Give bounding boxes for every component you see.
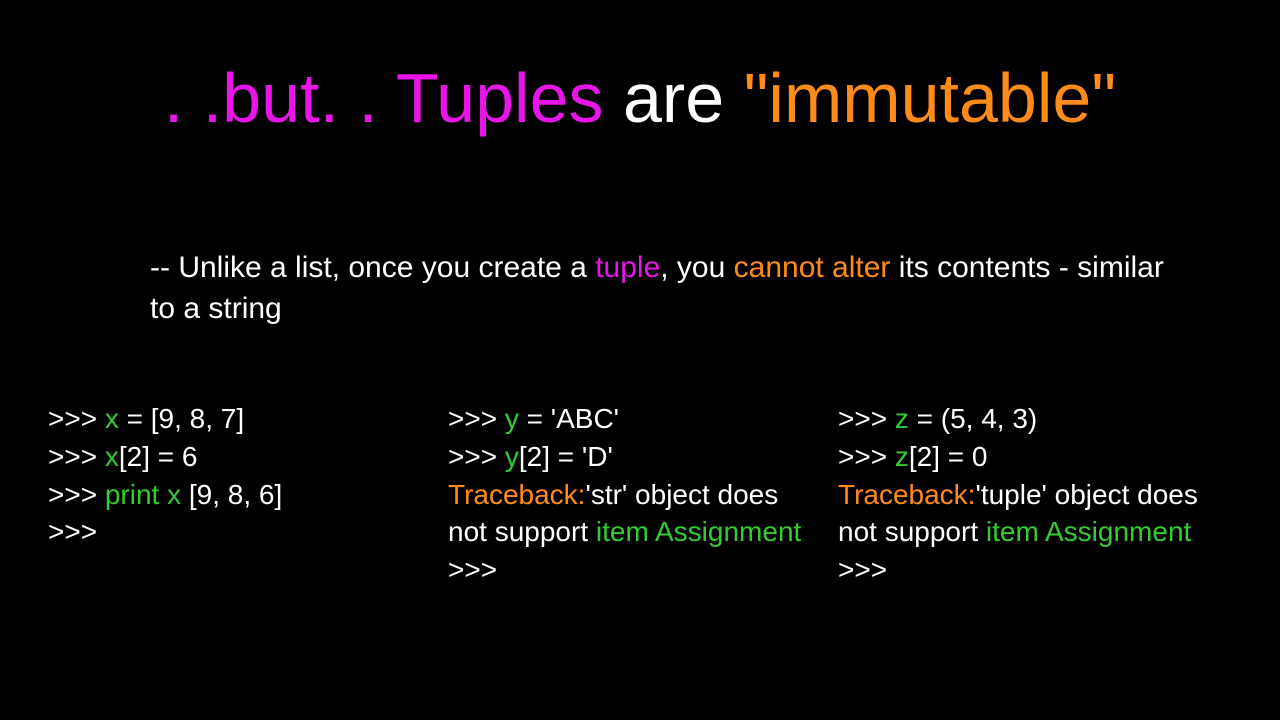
prompt: >>> [448, 441, 505, 472]
code-line: >>> [448, 551, 818, 589]
slide: . .but. . Tuples are "immutable" -- Unli… [0, 0, 1280, 720]
traceback-item-assignment: item Assignment [596, 516, 801, 547]
title-part-tuples: . .but. . Tuples [164, 59, 604, 137]
slide-title: . .but. . Tuples are "immutable" [0, 58, 1280, 138]
code-column-list: >>> x = [9, 8, 7] >>> x[2] = 6 >>> print… [48, 400, 448, 589]
prompt: >>> [48, 403, 105, 434]
traceback-line: Traceback:'str' object does not support … [448, 476, 818, 552]
traceback-label: Traceback: [448, 479, 585, 510]
code-column-string: >>> y = 'ABC' >>> y[2] = 'D' Traceback:'… [448, 400, 838, 589]
var-x: x [105, 441, 119, 472]
code-line: >>> x[2] = 6 [48, 438, 428, 476]
prompt: >>> [48, 479, 105, 510]
bullet-text: -- Unlike a list, once you create a tupl… [150, 248, 1170, 329]
prompt: >>> [48, 516, 97, 547]
code-text: = (5, 4, 3) [909, 403, 1037, 434]
prompt: >>> [838, 554, 887, 585]
code-column-tuple: >>> z = (5, 4, 3) >>> z[2] = 0 Traceback… [838, 400, 1228, 589]
var-z: z [895, 403, 909, 434]
code-line: >>> [48, 513, 428, 551]
bullet-prefix: -- Unlike a list, once you create a [150, 251, 595, 284]
title-part-are: are [604, 59, 744, 137]
code-text: = [9, 8, 7] [119, 403, 244, 434]
code-line: >>> [838, 551, 1228, 589]
code-line: >>> z[2] = 0 [838, 438, 1228, 476]
code-line: >>> x = [9, 8, 7] [48, 400, 428, 438]
code-text: [2] = 0 [909, 441, 988, 472]
prompt: >>> [448, 403, 505, 434]
title-part-immutable: "immutable" [744, 59, 1117, 137]
var-x: x [105, 403, 119, 434]
var-y: y [505, 441, 519, 472]
var-z: z [895, 441, 909, 472]
code-text: = 'ABC' [519, 403, 619, 434]
code-text: [2] = 'D' [519, 441, 613, 472]
code-columns: >>> x = [9, 8, 7] >>> x[2] = 6 >>> print… [48, 400, 1232, 589]
code-line: >>> y = 'ABC' [448, 400, 818, 438]
code-output: [9, 8, 6] [189, 479, 282, 510]
code-line: >>> print x [9, 8, 6] [48, 476, 428, 514]
code-text: [2] = 6 [119, 441, 198, 472]
traceback-label: Traceback: [838, 479, 975, 510]
traceback-line: Traceback:'tuple' object does not suppor… [838, 476, 1228, 552]
prompt: >>> [48, 441, 105, 472]
bullet-cannot-alter: cannot alter [734, 251, 891, 284]
traceback-item-assignment: item Assignment [986, 516, 1191, 547]
prompt: >>> [838, 441, 895, 472]
print-x: print x [105, 479, 189, 510]
code-line: >>> z = (5, 4, 3) [838, 400, 1228, 438]
var-y: y [505, 403, 519, 434]
bullet-mid: , you [660, 251, 733, 284]
bullet-tuple-word: tuple [595, 251, 660, 284]
code-line: >>> y[2] = 'D' [448, 438, 818, 476]
prompt: >>> [838, 403, 895, 434]
prompt: >>> [448, 554, 497, 585]
